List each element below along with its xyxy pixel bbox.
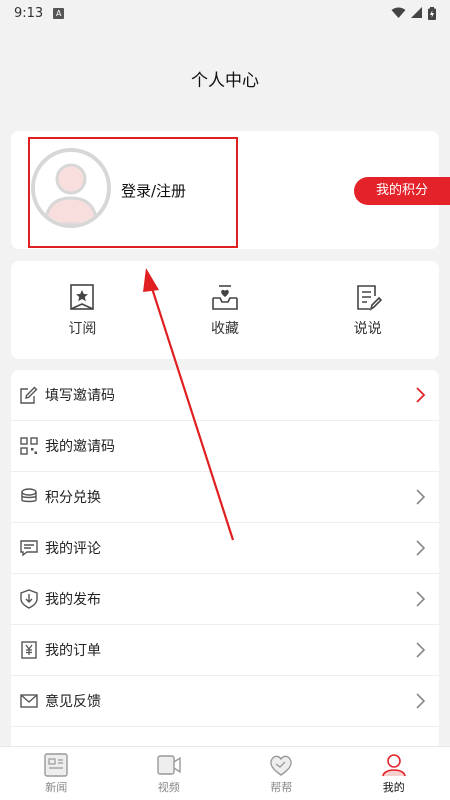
menu-item-feedback[interactable]: 意见反馈 bbox=[11, 676, 439, 727]
tab-mine[interactable]: 我的 bbox=[338, 747, 450, 800]
bookmark-star-icon bbox=[70, 284, 95, 310]
quick-action-favorites[interactable]: 收藏 bbox=[154, 261, 297, 359]
comment-icon bbox=[20, 540, 38, 557]
quick-actions-card: 订阅 收藏 说说 bbox=[11, 261, 439, 359]
status-right bbox=[391, 6, 436, 20]
menu-item-label: 意见反馈 bbox=[45, 694, 101, 710]
menu-item-label: 我的订单 bbox=[45, 643, 101, 659]
status-time: 9:13 bbox=[14, 5, 44, 21]
menu-item-points-exchange[interactable]: 积分兑换 bbox=[11, 472, 439, 523]
chevron-right-icon bbox=[416, 387, 426, 403]
chevron-right-icon bbox=[416, 540, 426, 556]
menu-item-label: 填写邀请码 bbox=[45, 388, 115, 404]
mail-icon bbox=[20, 694, 38, 708]
battery-icon bbox=[428, 6, 436, 20]
inbox-heart-icon bbox=[212, 285, 238, 310]
menu-item-label: 积分兑换 bbox=[45, 490, 101, 506]
avatar[interactable] bbox=[31, 148, 111, 228]
chevron-right-icon bbox=[416, 591, 426, 607]
tab-label: 帮帮 bbox=[270, 780, 293, 794]
menu-item-my-posts[interactable]: 我的发布 bbox=[11, 574, 439, 625]
video-icon bbox=[157, 754, 181, 775]
wifi-icon bbox=[391, 7, 406, 18]
tab-label: 新闻 bbox=[45, 780, 68, 794]
quick-action-label: 收藏 bbox=[211, 321, 239, 337]
menu-list: 填写邀请码 我的邀请码 积分兑换 我的评论 我的发布 我的订单 意见反馈 bbox=[11, 370, 439, 746]
tab-label: 我的 bbox=[382, 780, 405, 794]
default-avatar-icon bbox=[43, 163, 99, 224]
qrcode-icon bbox=[20, 437, 38, 455]
quick-action-posts[interactable]: 说说 bbox=[296, 261, 439, 359]
chevron-right-icon bbox=[416, 642, 426, 658]
menu-item-enter-invite-code[interactable]: 填写邀请码 bbox=[11, 370, 439, 421]
person-icon bbox=[381, 753, 406, 776]
chevron-right-icon bbox=[416, 489, 426, 505]
tab-news[interactable]: 新闻 bbox=[0, 747, 113, 800]
coin-stack-icon bbox=[21, 488, 37, 503]
note-pencil-icon bbox=[356, 285, 382, 311]
chevron-right-icon bbox=[416, 693, 426, 709]
my-points-button[interactable]: 我的积分 bbox=[354, 177, 450, 205]
menu-item-my-comments[interactable]: 我的评论 bbox=[11, 523, 439, 574]
edit-icon bbox=[20, 386, 38, 404]
bottom-tab-bar: 新闻 视频 帮帮 我的 bbox=[0, 746, 450, 800]
tab-video[interactable]: 视频 bbox=[113, 747, 226, 800]
status-bar: 9:13 A bbox=[0, 0, 450, 26]
tab-label: 视频 bbox=[157, 780, 180, 794]
news-icon bbox=[44, 752, 68, 777]
quick-action-subscribe[interactable]: 订阅 bbox=[11, 261, 154, 359]
order-yen-icon bbox=[21, 641, 37, 659]
menu-item-label: 我的评论 bbox=[45, 541, 101, 557]
menu-item-my-orders[interactable]: 我的订单 bbox=[11, 625, 439, 676]
heart-hands-icon bbox=[270, 755, 293, 776]
menu-item-label: 我的邀请码 bbox=[45, 439, 115, 455]
quick-action-label: 订阅 bbox=[68, 321, 97, 337]
profile-card: 登录/注册 我的积分 bbox=[11, 131, 450, 249]
menu-item-label: 我的发布 bbox=[45, 592, 101, 608]
login-register-link[interactable]: 登录/注册 bbox=[121, 180, 186, 201]
download-shield-icon bbox=[20, 589, 38, 609]
quick-action-label: 说说 bbox=[353, 321, 382, 337]
signal-icon bbox=[411, 7, 422, 18]
page-title: 个人中心 bbox=[191, 71, 259, 91]
sim-icon: A bbox=[53, 7, 65, 19]
tab-help[interactable]: 帮帮 bbox=[225, 747, 338, 800]
menu-item-my-invite-code[interactable]: 我的邀请码 bbox=[11, 421, 439, 472]
